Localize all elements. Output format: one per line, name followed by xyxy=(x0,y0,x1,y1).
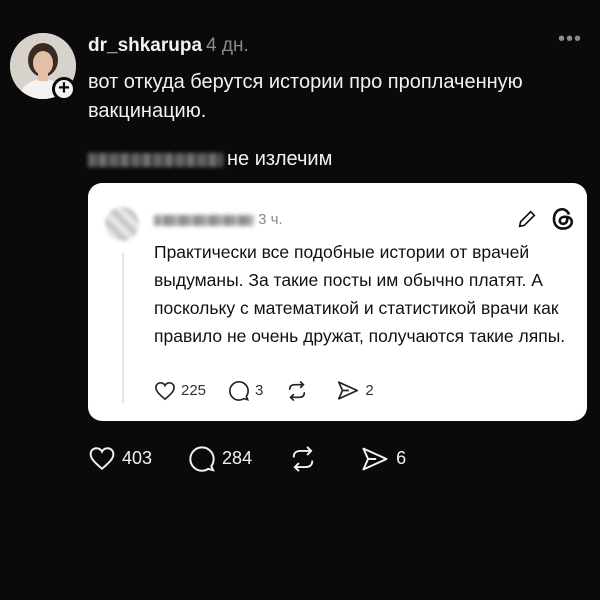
heart-icon xyxy=(89,447,115,470)
post-header: dr_shkarupa 4 дн. xyxy=(88,35,249,57)
reply-text: не излечим xyxy=(227,148,333,170)
pencil-icon[interactable] xyxy=(516,208,538,230)
reply-line: не излечим xyxy=(88,146,332,172)
follow-plus-icon[interactable]: + xyxy=(52,77,76,101)
quoted-like-count: 225 xyxy=(181,382,207,399)
repost-icon xyxy=(292,445,314,472)
quoted-header: 3 ч. xyxy=(154,211,283,228)
thread-line xyxy=(122,253,124,403)
share-button[interactable]: 6 xyxy=(360,446,406,472)
more-icon[interactable]: ••• xyxy=(558,28,582,51)
post-text: вот откуда берутся истории про проплачен… xyxy=(88,71,523,122)
quoted-share-count: 2 xyxy=(365,382,374,399)
like-count: 403 xyxy=(122,448,153,468)
heart-icon xyxy=(155,381,175,400)
comment-icon xyxy=(229,381,250,401)
quoted-share-button[interactable]: 2 xyxy=(336,380,374,401)
quoted-actions: 225 3 2 xyxy=(154,380,396,401)
quoted-repost-button[interactable] xyxy=(285,380,314,401)
share-count: 6 xyxy=(396,448,407,468)
quoted-avatar xyxy=(105,207,139,241)
send-icon xyxy=(338,381,359,400)
quoted-time: 3 ч. xyxy=(258,211,283,228)
username[interactable]: dr_shkarupa xyxy=(88,35,202,56)
quoted-username-blurred xyxy=(154,214,254,226)
post-actions: 403 284 6 xyxy=(88,445,442,472)
comment-icon xyxy=(189,446,215,472)
comment-button[interactable]: 284 xyxy=(188,445,252,472)
quoted-post-card[interactable]: 3 ч. Практически все подобные истории от… xyxy=(88,183,587,421)
quoted-comment-count: 3 xyxy=(255,382,264,399)
repost-icon xyxy=(289,380,306,401)
threads-icon xyxy=(552,207,574,230)
post-time: 4 дн. xyxy=(206,35,249,56)
send-icon xyxy=(362,447,388,470)
comment-count: 284 xyxy=(222,448,253,468)
quoted-like-button[interactable]: 225 xyxy=(154,381,206,401)
blurred-username xyxy=(88,152,223,167)
repost-button[interactable] xyxy=(288,445,324,472)
like-button[interactable]: 403 xyxy=(88,446,152,471)
quoted-comment-button[interactable]: 3 xyxy=(228,380,263,401)
quoted-text: Практически все подобные истории от врач… xyxy=(154,242,566,346)
